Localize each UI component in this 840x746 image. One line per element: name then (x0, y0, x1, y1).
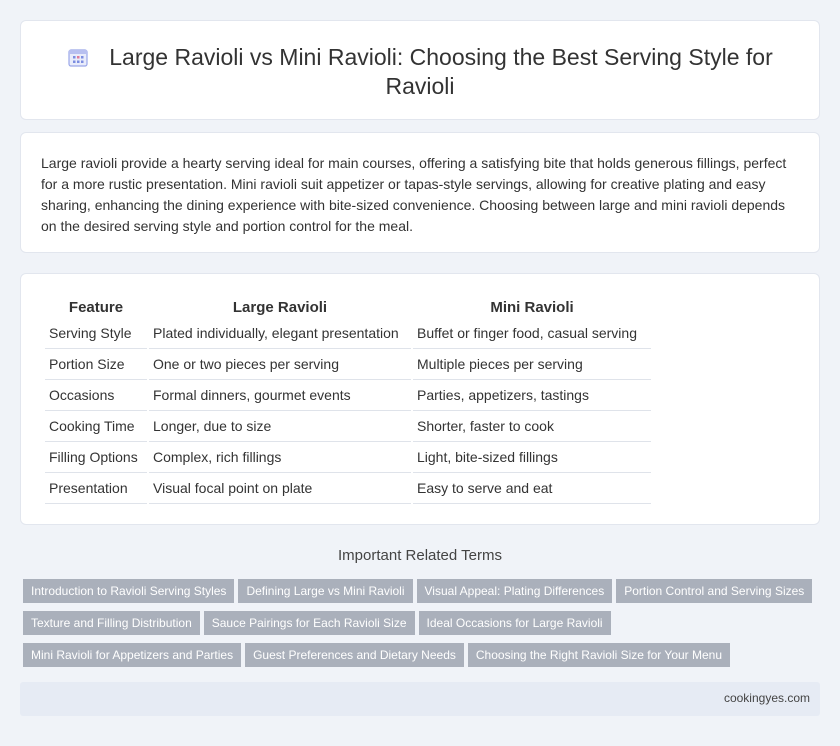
row-large: One or two pieces per serving (149, 349, 411, 380)
row-large: Longer, due to size (149, 411, 411, 442)
calendar-icon (68, 49, 88, 67)
row-feature: Portion Size (45, 349, 147, 380)
comparison-table: Feature Large Ravioli Mini Ravioli Servi… (43, 296, 653, 504)
related-tag[interactable]: Mini Ravioli for Appetizers and Parties (23, 643, 242, 667)
comparison-card: Feature Large Ravioli Mini Ravioli Servi… (20, 273, 820, 525)
header-mini-ravioli: Mini Ravioli (490, 298, 574, 316)
row-large: Complex, rich fillings (149, 442, 411, 473)
row-mini: Parties, appetizers, tastings (413, 380, 651, 411)
related-tag[interactable]: Visual Appeal: Plating Differences (416, 579, 613, 603)
table-header-row: Feature Large Ravioli Mini Ravioli (45, 296, 651, 318)
tag-row: Texture and Filling Distribution Sauce Pa… (23, 611, 823, 643)
related-tag[interactable]: Portion Control and Serving Sizes (616, 579, 813, 603)
header-card: Large Ravioli vs Mini Ravioli: Choosing … (20, 20, 820, 120)
row-mini: Light, bite-sized fillings (413, 442, 651, 473)
tag-row: Mini Ravioli for Appetizers and Parties G… (23, 643, 823, 675)
row-feature: Serving Style (45, 318, 147, 349)
row-large: Visual focal point on plate (149, 473, 411, 504)
related-tag[interactable]: Choosing the Right Ravioli Size for Your… (467, 643, 731, 667)
related-terms-title: Important Related Terms (338, 547, 502, 564)
header-large-ravioli: Large Ravioli (232, 298, 328, 316)
table-row: Serving Style Plated individually, elega… (45, 318, 651, 349)
row-feature: Filling Options (45, 442, 147, 473)
related-terms-tags: Introduction to Ravioli Serving Styles De… (23, 579, 823, 675)
tag-row: Introduction to Ravioli Serving Styles De… (23, 579, 823, 611)
row-mini: Buffet or finger food, casual serving (413, 318, 651, 349)
table-row: Occasions Formal dinners, gourmet events… (45, 380, 651, 411)
intro-card: Large ravioli provide a hearty serving i… (20, 132, 820, 253)
table-row: Cooking Time Longer, due to size Shorter… (45, 411, 651, 442)
table-row: Portion Size One or two pieces per servi… (45, 349, 651, 380)
row-feature: Presentation (45, 473, 147, 504)
related-tag[interactable]: Introduction to Ravioli Serving Styles (23, 579, 235, 603)
row-feature: Occasions (45, 380, 147, 411)
row-large: Plated individually, elegant presentatio… (149, 318, 411, 349)
footer-bar: cookingyes.com (20, 682, 820, 716)
row-large: Formal dinners, gourmet events (149, 380, 411, 411)
table-row: Filling Options Complex, rich fillings L… (45, 442, 651, 473)
table-row: Presentation Visual focal point on plate… (45, 473, 651, 504)
footer-site-link[interactable]: cookingyes.com (724, 691, 810, 705)
row-mini: Multiple pieces per serving (413, 349, 651, 380)
related-tag[interactable]: Texture and Filling Distribution (23, 611, 200, 635)
row-feature: Cooking Time (45, 411, 147, 442)
related-tag[interactable]: Sauce Pairings for Each Ravioli Size (203, 611, 415, 635)
related-tag[interactable]: Ideal Occasions for Large Ravioli (418, 611, 611, 635)
row-mini: Easy to serve and eat (413, 473, 651, 504)
intro-paragraph: Large ravioli provide a hearty serving i… (41, 155, 787, 234)
page-title: Large Ravioli vs Mini Ravioli: Choosing … (109, 44, 773, 99)
row-mini: Shorter, faster to cook (413, 411, 651, 442)
related-tag[interactable]: Guest Preferences and Dietary Needs (245, 643, 464, 667)
header-feature: Feature (68, 298, 124, 316)
related-tag[interactable]: Defining Large vs Mini Ravioli (238, 579, 413, 603)
page-title-wrap: Large Ravioli vs Mini Ravioli: Choosing … (21, 43, 819, 101)
